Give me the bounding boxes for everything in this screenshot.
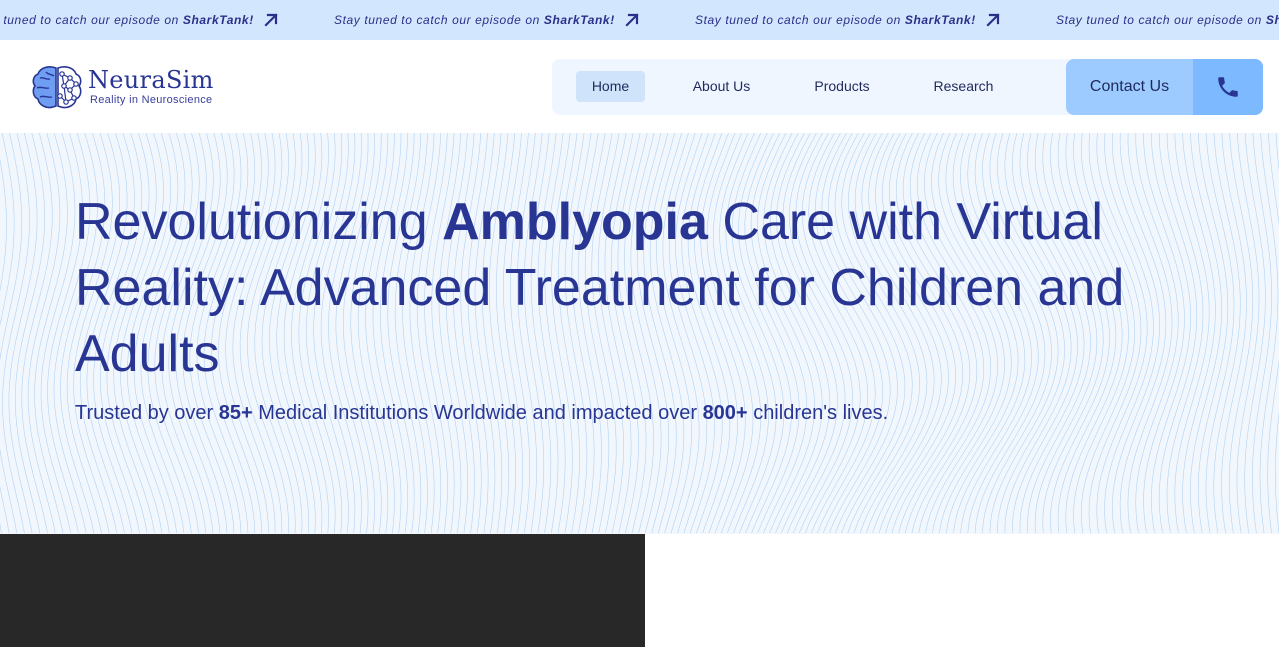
- arrow-up-right-icon: [264, 13, 278, 27]
- ticker-brand: SharkTank!: [1265, 13, 1279, 27]
- nav-research[interactable]: Research: [924, 71, 1003, 102]
- nav-about-us[interactable]: About Us: [682, 71, 761, 102]
- ticker-item[interactable]: Stay tuned to catch our episode on Shark…: [334, 11, 695, 29]
- nav-home[interactable]: Home: [576, 71, 645, 102]
- video-panel: [0, 534, 645, 647]
- logo[interactable]: NeuraSim Reality in Neuroscience: [30, 62, 220, 112]
- arrow-up-right-icon: [625, 13, 639, 27]
- ticker-item[interactable]: Stay tuned to catch our episode on Shark…: [1056, 11, 1279, 29]
- hero-title-prefix: Revolutionizing: [75, 193, 428, 251]
- announcement-ticker: Stay tuned to catch our episode on Shark…: [0, 0, 1279, 40]
- phone-button[interactable]: [1193, 59, 1263, 115]
- arrow-up-right-icon: [986, 13, 1000, 27]
- ticker-text: Stay tuned to catch our episode on: [0, 13, 179, 27]
- ticker-text: Stay tuned to catch our episode on: [334, 13, 540, 27]
- hero-title: Revolutionizing Amblyopia Care with Virt…: [75, 189, 1215, 387]
- hero-stat-institutions: 85+: [218, 402, 253, 424]
- hero-section: Revolutionizing Amblyopia Care with Virt…: [0, 133, 1279, 534]
- hero-sub-part2: Medical Institutions Worldwide and impac…: [258, 402, 697, 424]
- nav-products[interactable]: Products: [805, 71, 879, 102]
- ticker-text: Stay tuned to catch our episode on: [695, 13, 901, 27]
- phone-icon: [1218, 77, 1238, 97]
- brain-network-icon: [32, 66, 82, 109]
- hero-subtitle: Trusted by over 85+ Medical Institutions…: [75, 400, 1175, 426]
- logo-name: NeuraSim: [88, 66, 214, 94]
- hero-title-highlight: Amblyopia: [442, 193, 708, 251]
- logo-tagline: Reality in Neuroscience: [90, 94, 213, 106]
- site-header: NeuraSim Reality in Neuroscience Home Ab…: [0, 40, 1279, 133]
- ticker-item[interactable]: Stay tuned to catch our episode on Shark…: [0, 11, 334, 29]
- hero-stat-children: 800+: [702, 402, 748, 424]
- ticker-brand: SharkTank!: [543, 13, 615, 27]
- ticker-text: Stay tuned to catch our episode on: [1056, 13, 1262, 27]
- ticker-item[interactable]: Stay tuned to catch our episode on Shark…: [695, 11, 1056, 29]
- hero-sub-part1: Trusted by over: [75, 402, 214, 424]
- logo-text: NeuraSim Reality in Neuroscience: [88, 67, 214, 107]
- ticker-track: Stay tuned to catch our episode on Shark…: [0, 0, 1279, 40]
- hero-sub-part3: children's lives.: [753, 402, 889, 424]
- ticker-brand: SharkTank!: [182, 13, 254, 27]
- contact-us-label: Contact Us: [1089, 78, 1170, 95]
- contact-us-button[interactable]: Contact Us: [1066, 59, 1263, 115]
- main-nav: Home About Us Products Research Contact …: [552, 59, 1263, 115]
- ticker-brand: SharkTank!: [904, 13, 976, 27]
